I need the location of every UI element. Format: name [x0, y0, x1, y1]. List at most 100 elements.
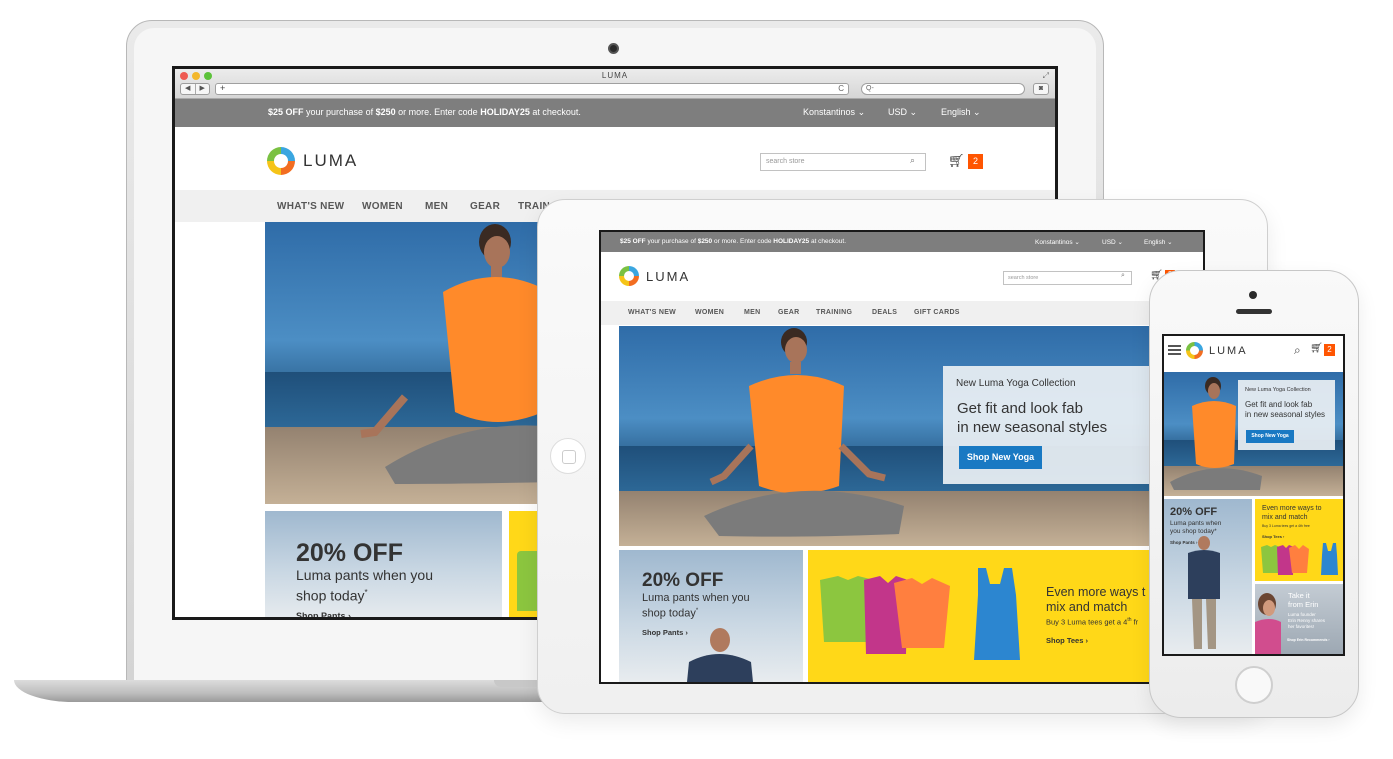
promo-text-3: at checkout. — [810, 238, 847, 245]
promo-code: HOLIDAY25 — [773, 238, 810, 245]
currency-switcher[interactable]: USD ⌄ — [1102, 238, 1123, 246]
phone-home-button[interactable] — [1235, 666, 1273, 704]
nav-deals[interactable]: DEALS — [872, 309, 897, 316]
shop-erin-label: Shop Erin Recommends — [1287, 638, 1328, 642]
tablet-home-button[interactable] — [550, 438, 586, 474]
nav-women[interactable]: WOMEN — [695, 309, 724, 316]
shop-new-yoga-button[interactable]: Shop New Yoga — [1246, 430, 1294, 443]
shop-tees-link[interactable]: Shop Tees › — [1046, 636, 1088, 645]
nav-training[interactable]: TRAINING — [816, 309, 852, 316]
phone-camera — [1249, 291, 1257, 299]
forward-button[interactable]: ▶ — [194, 84, 210, 94]
cart-icon[interactable]: 🛒︎ — [948, 153, 965, 169]
language-switcher[interactable]: English ⌄ — [941, 107, 981, 118]
erin-copy: Luma founder Erin Renny shares her favor… — [1288, 612, 1325, 630]
luma-logo-icon — [267, 147, 295, 175]
browser-chrome: LUMA ⤢ ◀ ▶ + C Q- ◙ — [175, 69, 1055, 99]
add-bookmark-icon[interactable]: + — [220, 83, 225, 93]
share-icon[interactable]: ◙ — [1033, 83, 1049, 95]
shop-pants-label: Shop Pants — [296, 611, 346, 617]
hero-banner[interactable]: New Luma Yoga Collection Get fit and loo… — [1164, 372, 1343, 496]
erin-line-2: from Erin — [1288, 600, 1319, 609]
back-button[interactable]: ◀ — [181, 84, 195, 94]
tees-promo-card[interactable]: Even more ways to mix and match Buy 3 Lu… — [1255, 499, 1343, 581]
shop-pants-link[interactable]: Shop Pants › — [296, 611, 351, 617]
back-forward-buttons: ◀ ▶ — [180, 83, 210, 95]
nav-gear[interactable]: GEAR — [778, 309, 799, 316]
nav-gift-cards[interactable]: GIFT CARDS — [914, 309, 960, 316]
promo-text-2: or more. Enter code — [398, 107, 478, 117]
luma-logo[interactable]: LUMA — [267, 147, 358, 175]
search-icon[interactable]: ⌕ — [910, 155, 915, 166]
promo-bar: $25 OFF your purchase of $250 or more. E… — [175, 99, 1055, 127]
account-menu[interactable]: Konstantinos ⌄ — [803, 107, 865, 118]
laptop-camera — [608, 43, 619, 54]
browser-search-field[interactable]: Q- — [861, 83, 1025, 95]
language-label: English — [1144, 239, 1166, 246]
tees-line-2: mix and match — [1046, 600, 1128, 614]
pants-copy: Luma pants when you shop today* — [296, 567, 433, 605]
fullscreen-icon[interactable]: ⤢ — [1043, 71, 1049, 81]
luma-logo[interactable]: LUMA — [1186, 342, 1248, 359]
pants-asterisk: * — [364, 588, 368, 597]
hero-headline-1: Get fit and look fab — [957, 400, 1083, 417]
tees-offer-text: Buy 3 Luma tees get a 4 — [1046, 617, 1128, 627]
hero-headline-1: Get fit and look fab — [1245, 400, 1313, 409]
reload-icon[interactable]: C — [838, 84, 844, 93]
browser-title: LUMA — [601, 71, 629, 80]
hero-headline: Get fit and look fab in new seasonal sty… — [957, 399, 1107, 437]
address-bar[interactable]: + C — [215, 83, 849, 95]
hamburger-menu-icon[interactable] — [1168, 345, 1181, 355]
nav-whats-new[interactable]: WHAT'S NEW — [277, 201, 344, 212]
chevron-down-icon: ⌄ — [857, 107, 866, 117]
search-icon[interactable]: ⌕ — [1294, 343, 1301, 358]
tablet-promo-text: $25 OFF your purchase of $250 or more. E… — [620, 238, 846, 245]
pants-headline: 20% OFF — [296, 539, 403, 567]
shop-new-yoga-button[interactable]: Shop New Yoga — [959, 446, 1042, 469]
hero-banner-image[interactable] — [265, 222, 555, 504]
nav-women[interactable]: WOMEN — [362, 201, 403, 212]
pants-promo-card[interactable]: 20% OFF Luma pants when you shop today* … — [265, 511, 502, 617]
account-label: Konstantinos — [803, 107, 856, 117]
luma-logo-icon — [1186, 342, 1203, 359]
currency-switcher[interactable]: USD ⌄ — [888, 107, 917, 118]
cart-counter[interactable]: 2 — [1324, 344, 1335, 356]
chevron-down-icon: ⌄ — [1117, 239, 1123, 246]
tees-illustration — [820, 568, 1020, 660]
cart-counter[interactable]: 2 — [968, 154, 983, 169]
account-menu[interactable]: Konstantinos ⌄ — [1035, 238, 1080, 246]
promo-text: $25 OFF your purchase of $250 or more. E… — [268, 107, 581, 117]
cart-icon[interactable]: 🛒︎ — [1310, 343, 1323, 354]
nav-gear[interactable]: GEAR — [470, 201, 500, 212]
erin-recommends-card[interactable]: Take it from Erin Luma founder Erin Renn… — [1255, 584, 1343, 654]
hero-banner[interactable]: New Luma Yoga Collection Get fit and loo… — [619, 326, 1203, 546]
hero-headline-2: in new seasonal styles — [957, 419, 1108, 436]
hero-callout: New Luma Yoga Collection Get fit and loo… — [943, 366, 1175, 484]
search-input[interactable]: search store — [760, 153, 926, 171]
promo-amount: $25 OFF — [620, 238, 646, 245]
pants-promo-card[interactable]: 20% OFF Luma pants when you shop today* … — [1164, 499, 1252, 654]
hero-headline: Get fit and look fab in new seasonal sty… — [1245, 400, 1325, 420]
search-icon[interactable]: ⌕ — [1121, 272, 1125, 280]
chevron-down-icon: ⌄ — [973, 107, 981, 117]
shop-erin-link[interactable]: Shop Erin Recommends › — [1287, 638, 1330, 642]
nav-whats-new[interactable]: WHAT'S NEW — [628, 309, 676, 316]
tablet-browser: $25 OFF your purchase of $250 or more. E… — [601, 232, 1203, 682]
pants-line-1: Luma pants when you — [296, 567, 433, 583]
nav-men[interactable]: MEN — [744, 309, 760, 316]
tees-promo-card[interactable]: Even more ways t mix and match Buy 3 Lum… — [808, 550, 1203, 682]
pants-promo-card[interactable]: 20% OFF Luma pants when you shop today* … — [619, 550, 803, 682]
promo-text-2: or more. Enter code — [713, 238, 772, 245]
luma-logo[interactable]: LUMA — [619, 266, 690, 286]
language-switcher[interactable]: English ⌄ — [1144, 238, 1173, 246]
tees-line-1: Even more ways t — [1046, 585, 1146, 599]
model-man-illustration — [687, 628, 753, 682]
tees-offer: Buy 3 Luma tees get a 4th fr — [1046, 617, 1138, 627]
promo-amount: $25 OFF — [268, 107, 304, 117]
logo-text: LUMA — [646, 268, 691, 284]
yoga-model-illustration — [360, 224, 555, 484]
logo-text: LUMA — [303, 151, 359, 170]
promo-text-1: your purchase of — [647, 238, 696, 245]
search-input[interactable]: search store — [1003, 271, 1132, 285]
nav-men[interactable]: MEN — [425, 201, 448, 212]
